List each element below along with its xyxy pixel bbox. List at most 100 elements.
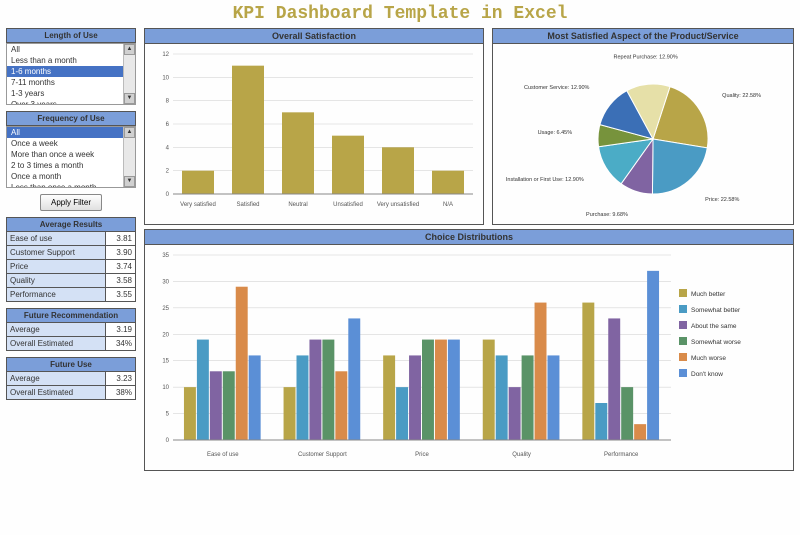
content-area: Overall Satisfaction 024681012Very satis… (144, 28, 794, 471)
list-item[interactable]: Less than once a month (7, 182, 135, 188)
row-value: 34% (106, 337, 136, 351)
length-of-use-panel: Length of Use AllLess than a month1-6 mo… (6, 28, 136, 105)
svg-text:Unsatisfied: Unsatisfied (333, 202, 363, 208)
row-value: 38% (106, 386, 136, 400)
scroll-down-icon[interactable]: ▼ (124, 176, 135, 187)
svg-text:Quality: 22.58%: Quality: 22.58% (722, 93, 761, 99)
svg-text:N/A: N/A (443, 202, 453, 208)
list-item[interactable]: All (7, 127, 135, 138)
length-listbox[interactable]: AllLess than a month1-6 months7-11 month… (6, 43, 136, 105)
row-value: 3.74 (106, 260, 136, 274)
pie-svg: Quality: 22.58%Price: 22.58%Purchase: 9.… (493, 44, 783, 224)
list-item[interactable]: Once a month (7, 171, 135, 182)
svg-text:Quality: Quality (512, 452, 531, 458)
svg-text:6: 6 (166, 122, 170, 128)
row-label: Price (7, 260, 106, 274)
scroll-down-icon[interactable]: ▼ (124, 93, 135, 104)
list-item[interactable]: 2 to 3 times a month (7, 160, 135, 171)
svg-text:25: 25 (162, 306, 169, 312)
row-value: 3.58 (106, 274, 136, 288)
table-row: Overall Estimated38% (7, 386, 136, 400)
rec-header: Future Recommendation (7, 309, 136, 323)
row-label: Ease of use (7, 232, 106, 246)
svg-text:15: 15 (162, 359, 169, 365)
table-row: Performance3.55 (7, 288, 136, 302)
frequency-header: Frequency of Use (6, 111, 136, 126)
list-item[interactable]: Over 3 years (7, 99, 135, 105)
scrollbar[interactable]: ▲ ▼ (123, 127, 135, 187)
satisfaction-chart: Overall Satisfaction 024681012Very satis… (144, 28, 484, 225)
row-value: 3.81 (106, 232, 136, 246)
future-use-table: Future Use Average3.23Overall Estimated3… (6, 357, 136, 400)
row-value: 3.55 (106, 288, 136, 302)
svg-text:Very unsatisfied: Very unsatisfied (377, 202, 419, 208)
svg-text:4: 4 (166, 145, 170, 151)
svg-text:20: 20 (162, 332, 169, 338)
apply-filter-button[interactable]: Apply Filter (40, 194, 102, 211)
svg-text:2: 2 (166, 169, 170, 175)
pie-title: Most Satisfied Aspect of the Product/Ser… (493, 29, 793, 44)
scroll-up-icon[interactable]: ▲ (124, 127, 135, 138)
list-item[interactable]: 1-3 years (7, 88, 135, 99)
row-value: 3.90 (106, 246, 136, 260)
svg-text:5: 5 (166, 412, 170, 418)
choice-title: Choice Distributions (145, 230, 793, 245)
row-label: Quality (7, 274, 106, 288)
svg-text:Performance: Performance (604, 452, 639, 458)
table-row: Ease of use3.81 (7, 232, 136, 246)
frequency-listbox[interactable]: AllOnce a weekMore than once a week2 to … (6, 126, 136, 188)
table-row: Quality3.58 (7, 274, 136, 288)
row-value: 3.23 (106, 372, 136, 386)
svg-text:30: 30 (162, 279, 169, 285)
list-item[interactable]: 7-11 months (7, 77, 135, 88)
svg-text:10: 10 (162, 385, 169, 391)
list-item[interactable]: All (7, 44, 135, 55)
list-item[interactable]: Once a week (7, 138, 135, 149)
length-header: Length of Use (6, 28, 136, 43)
svg-text:8: 8 (166, 99, 170, 105)
svg-text:Much worse: Much worse (691, 355, 726, 362)
average-results-table: Average Results Ease of use3.81Customer … (6, 217, 136, 302)
row-label: Customer Support (7, 246, 106, 260)
table-row: Overall Estimated34% (7, 337, 136, 351)
scrollbar[interactable]: ▲ ▼ (123, 44, 135, 104)
svg-text:Somewhat worse: Somewhat worse (691, 339, 741, 346)
row-label: Overall Estimated (7, 337, 106, 351)
svg-text:Price: Price (415, 452, 429, 458)
row-label: Performance (7, 288, 106, 302)
list-item[interactable]: Less than a month (7, 55, 135, 66)
svg-text:About the same: About the same (691, 323, 737, 330)
row-label: Overall Estimated (7, 386, 106, 400)
svg-text:Installation or First Use: 12.: Installation or First Use: 12.90% (506, 177, 584, 183)
svg-text:Usage: 6.45%: Usage: 6.45% (538, 130, 573, 136)
svg-text:Price: 22.58%: Price: 22.58% (705, 197, 739, 203)
svg-text:10: 10 (162, 75, 169, 81)
svg-text:Don't know: Don't know (691, 371, 723, 378)
pie-chart: Most Satisfied Aspect of the Product/Ser… (492, 28, 794, 225)
svg-text:Somewhat better: Somewhat better (691, 307, 741, 314)
svg-text:Ease of use: Ease of use (207, 452, 239, 458)
use-header: Future Use (7, 358, 136, 372)
table-row: Price3.74 (7, 260, 136, 274)
page-title: KPI Dashboard Template in Excel (0, 0, 800, 28)
row-label: Average (7, 323, 106, 337)
choice-distributions-chart: Choice Distributions 0 5 10 15 20 25 30 35 Ease … (144, 229, 794, 471)
svg-text:35: 35 (162, 253, 169, 259)
frequency-of-use-panel: Frequency of Use AllOnce a weekMore than… (6, 111, 136, 188)
list-item[interactable]: More than once a week (7, 149, 135, 160)
list-item[interactable]: 1-6 months (7, 66, 135, 77)
main-layout: Length of Use AllLess than a month1-6 mo… (0, 28, 800, 471)
scroll-up-icon[interactable]: ▲ (124, 44, 135, 55)
svg-text:Very satisfied: Very satisfied (180, 202, 216, 208)
sidebar: Length of Use AllLess than a month1-6 mo… (6, 28, 136, 471)
avg-results-header: Average Results (7, 218, 136, 232)
table-row: Average3.23 (7, 372, 136, 386)
svg-text:Much better: Much better (691, 291, 726, 298)
svg-text:Neutral: Neutral (288, 202, 307, 208)
svg-text:0: 0 (166, 438, 170, 444)
svg-text:0: 0 (166, 192, 170, 198)
svg-text:Satisfied: Satisfied (236, 202, 259, 208)
svg-text:Customer Service: 12.90%: Customer Service: 12.90% (524, 85, 590, 91)
future-recommendation-table: Future Recommendation Average3.19Overall… (6, 308, 136, 351)
choice-bars: 05101520253035Ease of useCustomer Suppor… (145, 245, 781, 470)
